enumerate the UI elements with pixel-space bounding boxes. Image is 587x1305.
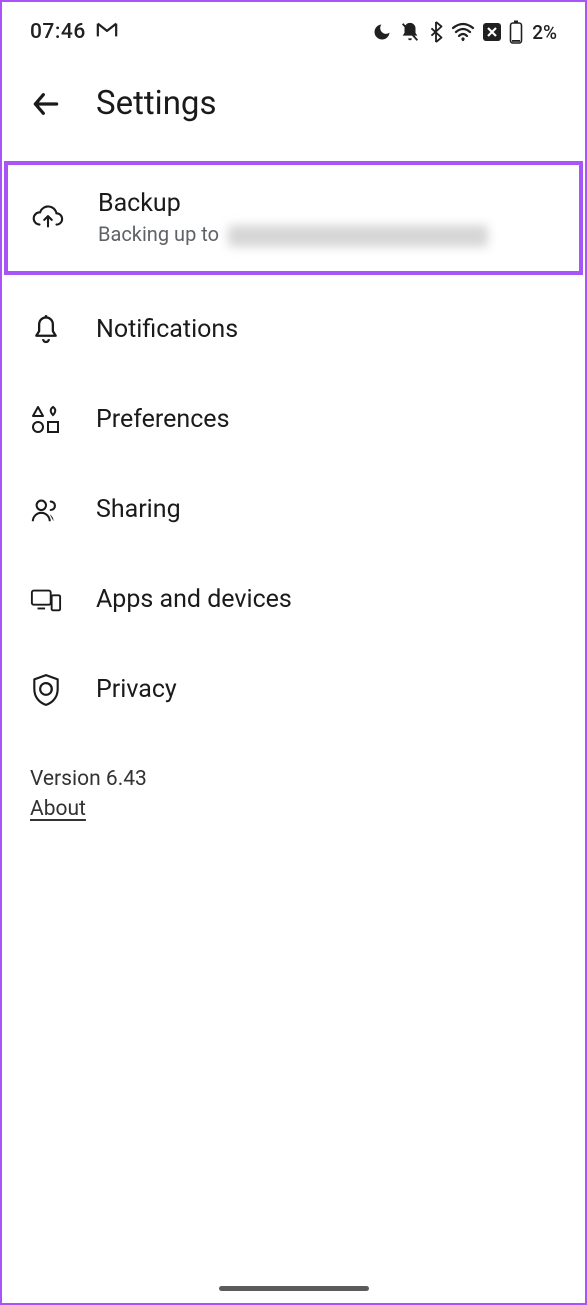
notifications-text: Notifications — [96, 315, 238, 344]
status-left: 07:46 — [30, 20, 118, 44]
footer-info: Version 6.43 About — [2, 759, 585, 829]
status-bar: 07:46 2% — [2, 2, 585, 58]
backup-text: Backup Backing up to — [98, 189, 488, 247]
settings-item-preferences[interactable]: Preferences — [2, 375, 585, 465]
bell-icon — [30, 314, 62, 346]
settings-item-sharing[interactable]: Sharing — [2, 465, 585, 555]
settings-item-apps-devices[interactable]: Apps and devices — [2, 555, 585, 645]
notifications-title: Notifications — [96, 315, 238, 344]
status-time: 07:46 — [30, 20, 86, 44]
settings-item-notifications[interactable]: Notifications — [2, 285, 585, 375]
backup-subtitle-prefix: Backing up to — [98, 222, 224, 246]
cloud-upload-icon — [32, 203, 64, 233]
settings-list: Backup Backing up to Notifications Prefe… — [2, 161, 585, 735]
shapes-icon — [30, 404, 62, 436]
apps-devices-text: Apps and devices — [96, 585, 292, 614]
devices-icon — [30, 586, 62, 614]
bluetooth-icon — [428, 21, 444, 43]
dnd-moon-icon — [372, 22, 392, 42]
page-title: Settings — [96, 84, 217, 123]
wifi-icon — [451, 22, 475, 42]
battery-percent: 2% — [532, 21, 557, 44]
app-header: Settings — [2, 58, 585, 159]
settings-item-privacy[interactable]: Privacy — [2, 645, 585, 735]
preferences-text: Preferences — [96, 405, 229, 434]
sharing-title: Sharing — [96, 495, 181, 524]
people-icon — [30, 495, 62, 525]
backup-title: Backup — [98, 189, 488, 218]
about-link[interactable]: About — [30, 797, 86, 821]
preferences-title: Preferences — [96, 405, 229, 434]
version-text: Version 6.43 — [30, 767, 557, 791]
apps-devices-title: Apps and devices — [96, 585, 292, 614]
shield-icon — [30, 673, 62, 707]
backup-email-redacted — [228, 225, 488, 247]
backup-subtitle: Backing up to — [98, 222, 488, 247]
settings-item-backup[interactable]: Backup Backing up to — [4, 161, 583, 275]
notifications-muted-icon — [399, 21, 421, 43]
data-icon — [482, 22, 502, 42]
status-right: 2% — [372, 20, 557, 44]
privacy-title: Privacy — [96, 675, 177, 704]
back-button[interactable] — [30, 88, 62, 120]
sharing-text: Sharing — [96, 495, 181, 524]
gmail-icon — [96, 20, 118, 44]
battery-icon — [509, 20, 523, 44]
gesture-bar[interactable] — [219, 1286, 369, 1291]
privacy-text: Privacy — [96, 675, 177, 704]
